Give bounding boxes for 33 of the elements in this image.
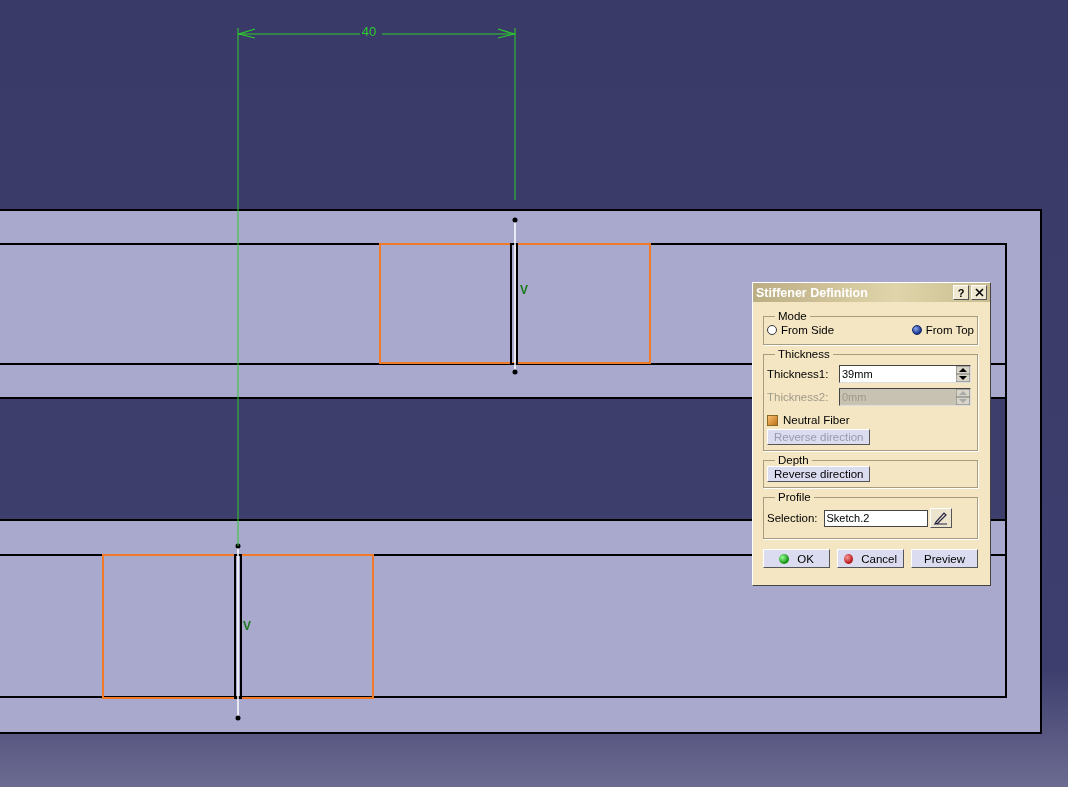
spinner-icon — [956, 366, 970, 382]
dialog-button[interactable]: Cancel — [837, 549, 904, 568]
cancel-status-icon — [844, 553, 854, 564]
radio-label: From Side — [781, 324, 835, 336]
field-label: Selection: — [767, 512, 818, 524]
constraint-label: V — [520, 283, 528, 297]
checkbox-label: Neutral Fiber — [783, 414, 850, 426]
spinner-icon — [956, 389, 970, 405]
dialog-title: Stiffener Definition — [756, 285, 869, 300]
radio-option[interactable]: From Side — [767, 324, 835, 336]
spin-field[interactable]: 39mm — [839, 365, 971, 383]
dimension-value: 40 — [361, 24, 377, 39]
constraint-label: V — [243, 619, 251, 633]
group-label: Mode — [777, 310, 808, 322]
radio-label: From Top — [925, 324, 974, 336]
group-label: Profile — [777, 491, 812, 503]
dialog-button[interactable]: Preview — [911, 549, 978, 568]
reverse-direction-button[interactable]: Reverse direction — [767, 466, 871, 482]
close-icon — [974, 288, 984, 297]
field-label: Thickness1: — [767, 368, 830, 380]
help-button[interactable]: ? — [953, 285, 969, 300]
ok-status-icon — [779, 553, 790, 564]
pencil-icon — [932, 510, 949, 526]
dialog-button[interactable]: OK — [763, 549, 830, 568]
selection-field[interactable]: Sketch.2 — [823, 509, 928, 527]
group-label: Thickness — [777, 348, 831, 360]
field-label: Thickness2: — [767, 391, 830, 403]
close-button[interactable] — [971, 285, 987, 300]
field-value: 39mm — [841, 368, 874, 380]
group-label: Depth — [777, 454, 810, 466]
sketch-edit-button[interactable] — [929, 508, 952, 528]
checkbox-option[interactable]: Neutral Fiber — [767, 414, 974, 426]
radio-option[interactable]: From Top — [911, 324, 974, 336]
